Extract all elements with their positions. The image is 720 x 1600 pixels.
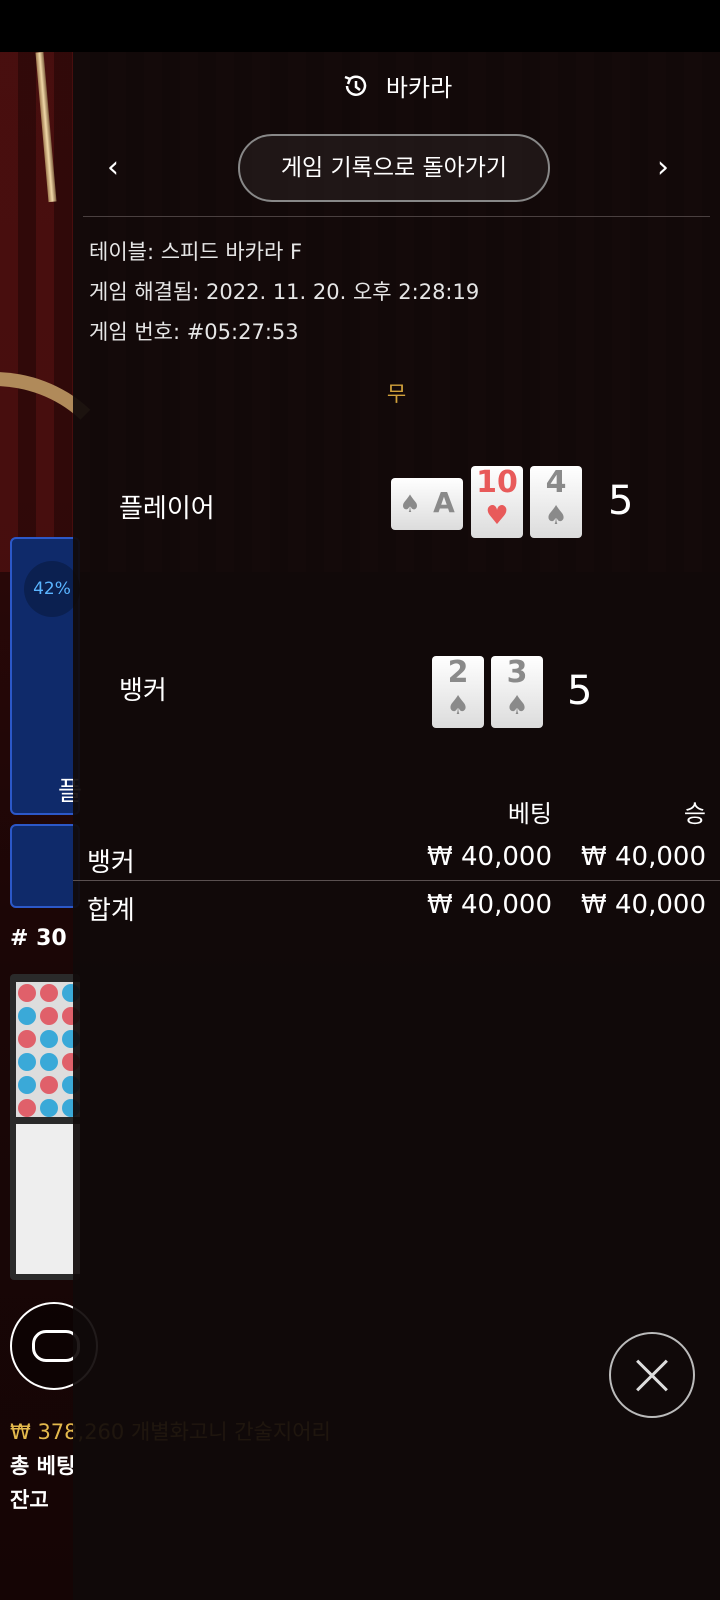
bead — [18, 1099, 36, 1117]
divider — [83, 216, 710, 217]
bet-row-label: 뱅커 — [87, 848, 135, 878]
history-icon — [344, 74, 366, 96]
card-rank: 10 — [476, 465, 518, 500]
player-bet-area[interactable]: 42% 플 — [10, 537, 82, 815]
bead — [40, 984, 58, 1002]
banker-card-1: 2 ♠ — [432, 656, 484, 728]
win-column-header: 승 — [683, 800, 706, 828]
player-card-3: 4 ♠ — [530, 466, 582, 538]
banker-score: 5 — [567, 668, 593, 714]
player-score: 5 — [608, 478, 634, 524]
player-card-2: 10 ♥ — [471, 466, 523, 538]
bet-row-bet: ₩ 40,000 — [427, 842, 552, 872]
player-card-1: A ♠ — [391, 478, 463, 530]
bead — [18, 1007, 36, 1025]
big-road — [16, 1124, 80, 1274]
heart-icon: ♥ — [485, 501, 509, 531]
chevron-right-icon[interactable]: › — [643, 148, 683, 188]
game-number-info: 게임 번호: #05:27:53 — [89, 320, 299, 344]
card-rank: 2 — [447, 655, 469, 690]
bet-row-win: ₩ 40,000 — [581, 842, 706, 872]
game-history-sheet: 바카라 ‹ 게임 기록으로 돌아가기 › 테이블: 스피드 바카라 F 게임 해… — [73, 52, 720, 1600]
total-row-label: 합계 — [87, 896, 135, 926]
bead — [18, 1053, 36, 1071]
bead — [18, 1030, 36, 1048]
win-percent-badge: 42% — [24, 561, 80, 617]
banker-label: 뱅커 — [119, 676, 167, 706]
divider — [73, 880, 720, 881]
card-rank: A — [433, 486, 455, 519]
spade-icon: ♠ — [544, 501, 568, 531]
scoreboard-road — [10, 974, 80, 1280]
total-bet-line: 총 베팅 — [10, 1450, 75, 1480]
back-to-history-button[interactable]: 게임 기록으로 돌아가기 — [238, 134, 550, 202]
card-rank: 4 — [545, 465, 567, 500]
side-bet-area[interactable] — [10, 824, 80, 908]
chevron-left-icon[interactable]: ‹ — [93, 148, 133, 188]
status-bar — [0, 0, 720, 52]
close-icon[interactable] — [609, 1332, 695, 1418]
bead — [40, 1007, 58, 1025]
sheet-title: 바카라 — [385, 74, 453, 102]
bead — [40, 1099, 58, 1117]
sheet-header: 바카라 — [73, 68, 720, 108]
balance-line: 잔고 — [10, 1484, 49, 1514]
total-bet-label: 총 베팅 — [10, 1454, 76, 1478]
total-row-bet: ₩ 40,000 — [427, 890, 552, 920]
bead — [40, 1030, 58, 1048]
bet-column-header: 베팅 — [507, 800, 552, 828]
total-row-win: ₩ 40,000 — [581, 890, 706, 920]
spade-icon: ♠ — [399, 490, 421, 518]
balance-label: 잔고 — [10, 1488, 49, 1512]
spade-icon: ♠ — [446, 691, 470, 721]
spade-icon: ♠ — [505, 691, 529, 721]
round-number: # 30 — [10, 926, 67, 951]
bead — [40, 1053, 58, 1071]
bead — [18, 984, 36, 1002]
card-rank: 3 — [506, 655, 528, 690]
bead — [40, 1076, 58, 1094]
bead-road — [16, 982, 80, 1117]
bead — [18, 1076, 36, 1094]
banker-card-2: 3 ♠ — [491, 656, 543, 728]
resolved-info: 게임 해결됨: 2022. 11. 20. 오후 2:28:19 — [89, 280, 480, 304]
round-result: 무 — [386, 382, 407, 406]
table-info: 테이블: 스피드 바카라 F — [89, 240, 303, 264]
player-label: 플레이어 — [119, 494, 215, 524]
